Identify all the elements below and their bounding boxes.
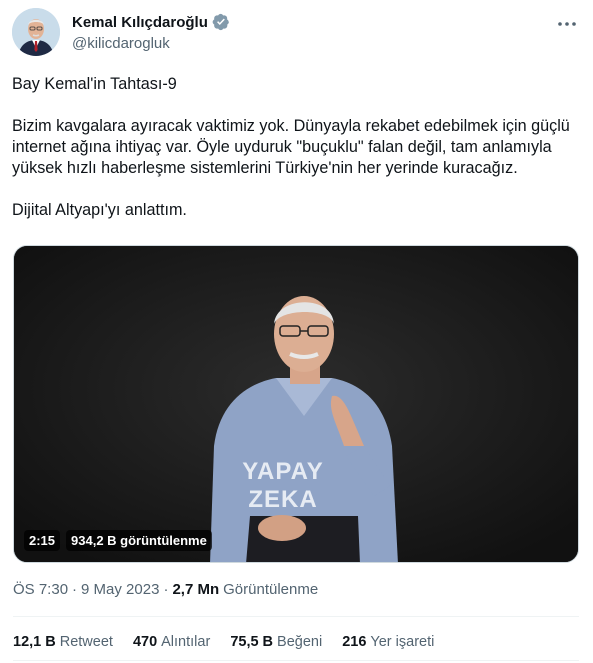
stat-label: Retweet	[59, 634, 113, 650]
handle[interactable]: @kilicdarogluk	[72, 35, 230, 52]
stat-label: Yer işareti	[370, 634, 435, 650]
stat-label: Beğeni	[277, 634, 323, 650]
verified-badge-icon[interactable]	[212, 13, 230, 31]
stat-count: 12,1 B	[13, 634, 56, 650]
video-thumbnail	[14, 246, 578, 562]
engagement-stats: 12,1 B Retweet 470 Alıntılar 75,5 B Beğeni …	[13, 634, 454, 650]
video-overlay-text: YAPAY ZEKA	[242, 458, 324, 513]
likes-stat[interactable]: 75,5 B Beğeni	[230, 634, 322, 650]
stat-count: 470	[132, 634, 158, 650]
author-info: Kemal Kılıçdaroğlu @kilicdarogluk	[72, 12, 230, 52]
bookmarks-stat[interactable]: 216 Yer işareti	[342, 634, 434, 650]
meta-separator-2: ·	[163, 581, 169, 598]
tweet-date[interactable]: 9 May 2023	[81, 581, 159, 598]
tweet-header: Kemal Kılıçdaroğlu @kilicdarogluk	[12, 8, 581, 60]
video-info: 2:15 934,2 B görüntülenme	[24, 529, 212, 551]
avatar[interactable]	[12, 8, 60, 56]
divider	[13, 616, 579, 617]
more-options-icon[interactable]	[555, 14, 579, 34]
tweet-views-count: 2,7 Mn	[172, 581, 220, 598]
display-name[interactable]: Kemal Kılıçdaroğlu	[72, 14, 208, 31]
quotes-stat[interactable]: 470 Alıntılar	[133, 634, 210, 650]
stat-label: Alıntılar	[161, 634, 211, 650]
avatar-image	[12, 8, 60, 56]
name-row: Kemal Kılıçdaroğlu	[72, 12, 230, 32]
video-views: 934,2 B görüntülenme	[66, 529, 212, 551]
meta-separator: ·	[72, 581, 78, 598]
retweets-stat[interactable]: 12,1 B Retweet	[13, 634, 113, 650]
tweet-body: Bizim kavgalara ayıracak vaktimiz yok. D…	[12, 117, 575, 177]
tweet-meta: ÖS 7:30 · 9 May 2023 · 2,7 Mn Görüntülen…	[13, 581, 318, 598]
divider-bottom	[13, 660, 579, 661]
video-player[interactable]: YAPAY ZEKA 2:15 934,2 B görüntülenme	[13, 245, 579, 563]
tweet-time[interactable]: ÖS 7:30	[13, 581, 68, 598]
stat-count: 216	[342, 634, 367, 650]
video-duration: 2:15	[24, 529, 61, 551]
tweet-closing: Dijital Altyapı'yı anlattım.	[12, 201, 187, 219]
tweet-title: Bay Kemal'in Tahtası-9	[12, 75, 177, 93]
tweet-text: Bay Kemal'in Tahtası-9 Bizim kavgalara a…	[12, 74, 578, 221]
tweet-views-label: Görüntülenme	[223, 581, 319, 598]
stat-count: 75,5 B	[230, 634, 274, 650]
